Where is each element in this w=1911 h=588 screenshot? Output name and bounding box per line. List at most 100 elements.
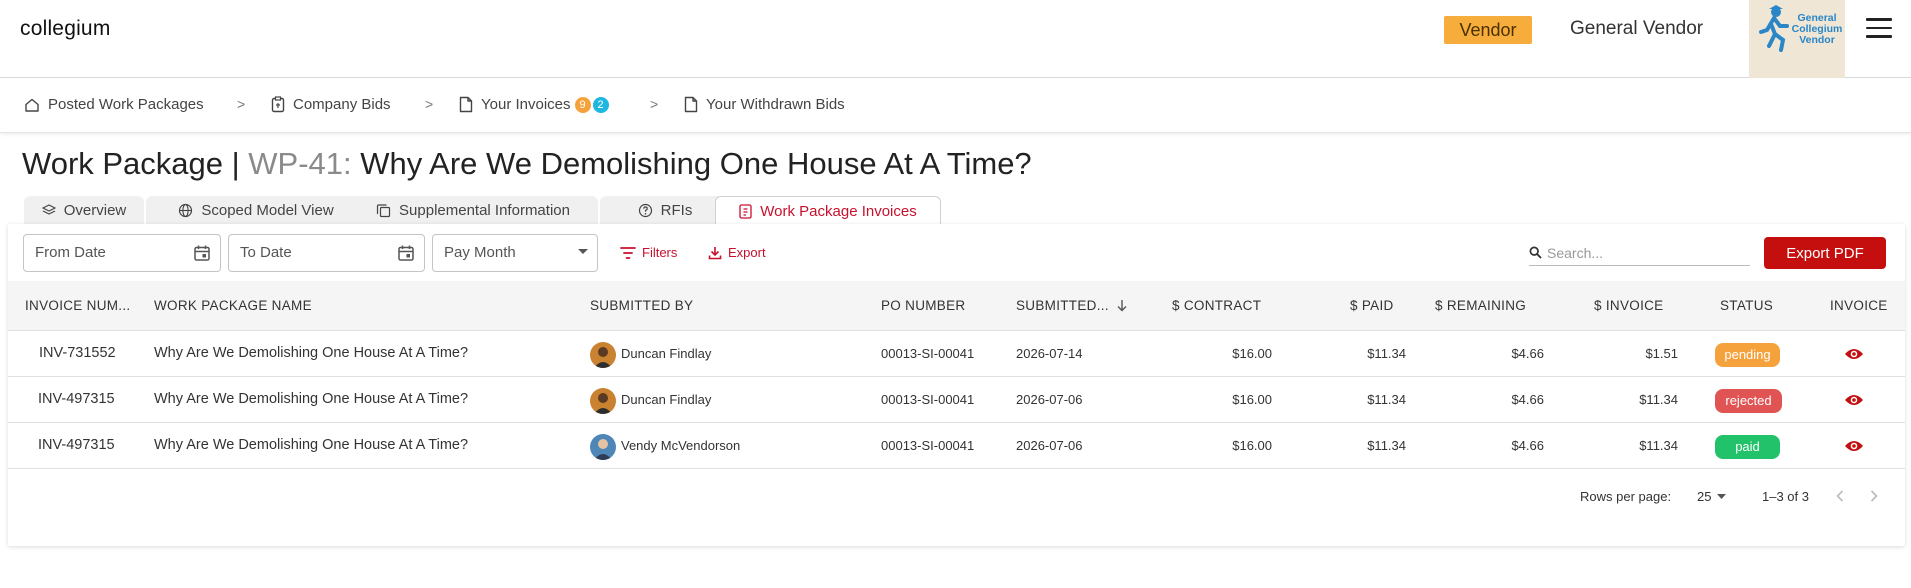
- column-paid[interactable]: $ PAID: [1350, 298, 1394, 313]
- remaining-amount: $4.66: [1511, 392, 1544, 407]
- document-icon: [684, 96, 698, 113]
- table-pagination: Rows per page: 25 1–3 of 3: [8, 476, 1905, 516]
- eye-icon[interactable]: [1844, 393, 1864, 407]
- submitted-date: 2026-07-06: [1016, 392, 1083, 407]
- pay-month-value: Pay Month: [444, 244, 516, 261]
- logo-text: General Collegium Vendor: [1791, 12, 1843, 46]
- column-status[interactable]: STATUS: [1720, 298, 1773, 313]
- pay-month-select[interactable]: Pay Month: [432, 234, 598, 272]
- status-badge: paid: [1715, 435, 1780, 459]
- hamburger-menu-button[interactable]: [1866, 18, 1892, 42]
- to-date-placeholder: To Date: [240, 244, 292, 261]
- breadcrumb-label: Posted Work Packages: [48, 96, 204, 113]
- column-invoice-view[interactable]: INVOICE: [1830, 298, 1888, 313]
- chevron-right-icon[interactable]: [1870, 490, 1878, 502]
- calendar-icon[interactable]: [193, 244, 211, 262]
- clipboard-icon: [271, 96, 285, 113]
- vendor-logo[interactable]: General Collegium Vendor: [1749, 0, 1845, 78]
- po-number: 00013-SI-00041: [881, 438, 975, 453]
- column-work-package-name[interactable]: WORK PACKAGE NAME: [154, 298, 312, 313]
- tab-work-package-invoices[interactable]: Work Package Invoices: [715, 196, 941, 225]
- breadcrumb-separator: >: [425, 96, 434, 112]
- calendar-icon[interactable]: [397, 244, 415, 262]
- breadcrumb-label: Company Bids: [293, 96, 391, 113]
- column-invoice-number[interactable]: INVOICE NUM...: [25, 298, 130, 313]
- filters-button[interactable]: Filters: [620, 245, 677, 260]
- work-package-name: Why Are We Demolishing One House At A Ti…: [154, 391, 469, 407]
- contract-amount: $16.00: [1232, 392, 1272, 407]
- invoice-amount: $11.34: [1639, 392, 1678, 407]
- user-avatar-icon: [590, 388, 616, 414]
- hamburger-icon: [1866, 18, 1892, 21]
- brand-logo[interactable]: collegium: [20, 17, 111, 41]
- chevron-down-icon: [578, 249, 588, 254]
- breadcrumb-posted-work-packages[interactable]: Posted Work Packages: [24, 96, 204, 113]
- tab-overview[interactable]: Overview: [24, 196, 144, 224]
- tab-label: RFIs: [660, 201, 693, 219]
- column-submitted-date[interactable]: SUBMITTED...: [1016, 298, 1127, 313]
- table-row[interactable]: INV-497315 Why Are We Demolishing One Ho…: [8, 423, 1905, 469]
- rows-per-page-value: 25: [1697, 489, 1712, 504]
- question-circle-icon: [638, 203, 652, 217]
- eye-icon[interactable]: [1844, 347, 1864, 361]
- status-badge: rejected: [1715, 389, 1782, 413]
- paid-amount: $11.34: [1367, 392, 1406, 407]
- sort-arrow-icon: [1117, 299, 1127, 311]
- search-box[interactable]: [1529, 240, 1750, 266]
- eye-icon[interactable]: [1844, 439, 1864, 453]
- top-bar: collegium Vendor General Vendor General …: [0, 0, 1911, 78]
- po-number: 00013-SI-00041: [881, 392, 975, 407]
- breadcrumb-separator: >: [237, 96, 246, 112]
- paid-amount: $11.34: [1367, 346, 1406, 361]
- invoice-amount: $11.34: [1639, 438, 1678, 453]
- tab-label: Overview: [63, 201, 127, 219]
- tab-scoped-model-view[interactable]: Scoped Model View: [146, 196, 366, 224]
- tab-label: Supplemental Information: [399, 201, 570, 219]
- column-invoice-amount[interactable]: $ INVOICE: [1594, 298, 1663, 313]
- column-remaining[interactable]: $ REMAINING: [1435, 298, 1526, 313]
- avatar: [590, 342, 616, 368]
- from-date-placeholder: From Date: [35, 244, 106, 261]
- column-submitted-by[interactable]: SUBMITTED BY: [590, 298, 693, 313]
- column-contract[interactable]: $ CONTRACT: [1172, 298, 1261, 313]
- search-input[interactable]: [1547, 244, 1737, 261]
- role-badge: Vendor: [1444, 16, 1532, 44]
- paid-amount: $11.34: [1367, 438, 1406, 453]
- tab-rfis[interactable]: RFIs: [600, 196, 730, 224]
- invoice-number: INV-497315: [38, 437, 115, 453]
- submitted-by: Duncan Findlay: [621, 346, 712, 361]
- table-row[interactable]: INV-731552 Why Are We Demolishing One Ho…: [8, 331, 1905, 377]
- tab-supplemental-information[interactable]: Supplemental Information: [348, 196, 598, 224]
- breadcrumb-company-bids[interactable]: Company Bids: [271, 96, 391, 113]
- submitted-date: 2026-07-14: [1016, 346, 1083, 361]
- invoice-amount: $1.51: [1645, 346, 1678, 361]
- chevron-left-icon[interactable]: [1836, 490, 1844, 502]
- breadcrumb-your-invoices[interactable]: Your Invoices 9 2: [459, 96, 609, 113]
- invoice-count-badge: 9: [574, 96, 591, 113]
- export-button[interactable]: Export: [708, 245, 766, 260]
- contract-amount: $16.00: [1232, 438, 1272, 453]
- breadcrumb-withdrawn-bids[interactable]: Your Withdrawn Bids: [684, 96, 845, 113]
- to-date-field[interactable]: To Date: [228, 234, 425, 272]
- title-prefix: Work Package |: [22, 146, 249, 181]
- filters-label: Filters: [642, 245, 678, 260]
- rows-per-page-select[interactable]: 25: [1697, 489, 1727, 504]
- title-name: Why Are We Demolishing One House At A Ti…: [351, 146, 1032, 181]
- user-name[interactable]: General Vendor: [1570, 18, 1703, 40]
- invoice-number: INV-497315: [38, 391, 115, 407]
- invoice-number: INV-731552: [39, 345, 116, 361]
- wp-code: WP-41:: [248, 146, 352, 181]
- pagination-range: 1–3 of 3: [1762, 489, 1809, 504]
- remaining-amount: $4.66: [1511, 346, 1544, 361]
- runner-icon: [1759, 5, 1789, 52]
- table-row[interactable]: INV-497315 Why Are We Demolishing One Ho…: [8, 377, 1905, 423]
- remaining-amount: $4.66: [1511, 438, 1544, 453]
- column-po-number[interactable]: PO NUMBER: [881, 298, 965, 313]
- export-pdf-button[interactable]: Export PDF: [1764, 237, 1886, 269]
- tab-label: Scoped Model View: [201, 201, 334, 219]
- breadcrumb: Posted Work Packages > Company Bids > Yo…: [0, 79, 1911, 133]
- column-label: SUBMITTED...: [1016, 298, 1109, 313]
- breadcrumb-label: Your Withdrawn Bids: [706, 96, 845, 113]
- from-date-field[interactable]: From Date: [23, 234, 221, 272]
- breadcrumb-separator: >: [650, 96, 659, 112]
